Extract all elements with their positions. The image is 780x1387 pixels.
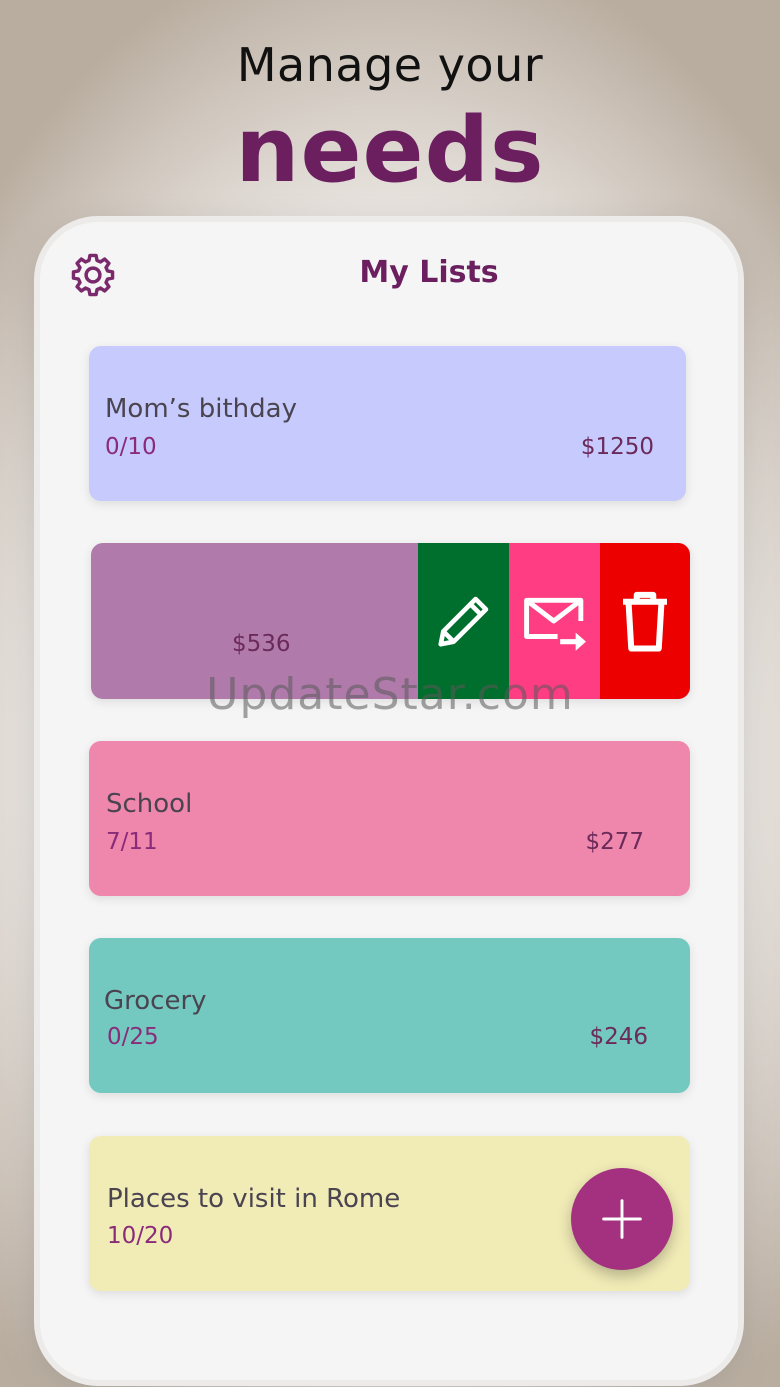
list-item-count: 10/20	[107, 1223, 174, 1249]
list-item[interactable]: Grocery 0/25 $246	[89, 938, 690, 1093]
list-item-name: Mom’s bithday	[105, 394, 297, 424]
list-item-count: 0/25	[107, 1024, 159, 1050]
promo-headline-line1: Manage your	[236, 38, 544, 92]
list-item-count: 0/10	[105, 434, 157, 460]
list-item-price: $246	[589, 1024, 648, 1050]
mail-forward-icon	[523, 597, 586, 651]
list-item-name: School	[106, 789, 193, 819]
list-item-price: $536	[232, 631, 291, 657]
phone-screen: My Lists Mom’s bithday 0/10 $1250 $536 S…	[40, 222, 738, 1380]
plus-icon	[602, 1199, 642, 1239]
trash-icon	[623, 591, 667, 652]
list-item-price: $277	[585, 829, 644, 855]
promo-headline-line2: needs	[235, 98, 545, 203]
list-item-count: 7/11	[106, 829, 158, 855]
add-list-button[interactable]	[571, 1168, 673, 1270]
list-item[interactable]: Mom’s bithday 0/10 $1250	[89, 346, 686, 501]
list-item-name: Grocery	[104, 986, 207, 1016]
list-item-price: $1250	[580, 434, 654, 460]
list-item[interactable]: School 7/11 $277	[89, 741, 690, 896]
list-item-name: Places to visit in Rome	[107, 1184, 401, 1214]
page-title: My Lists	[359, 255, 499, 290]
watermark: UpdateStar.com	[206, 669, 574, 720]
pencil-icon	[437, 596, 488, 647]
